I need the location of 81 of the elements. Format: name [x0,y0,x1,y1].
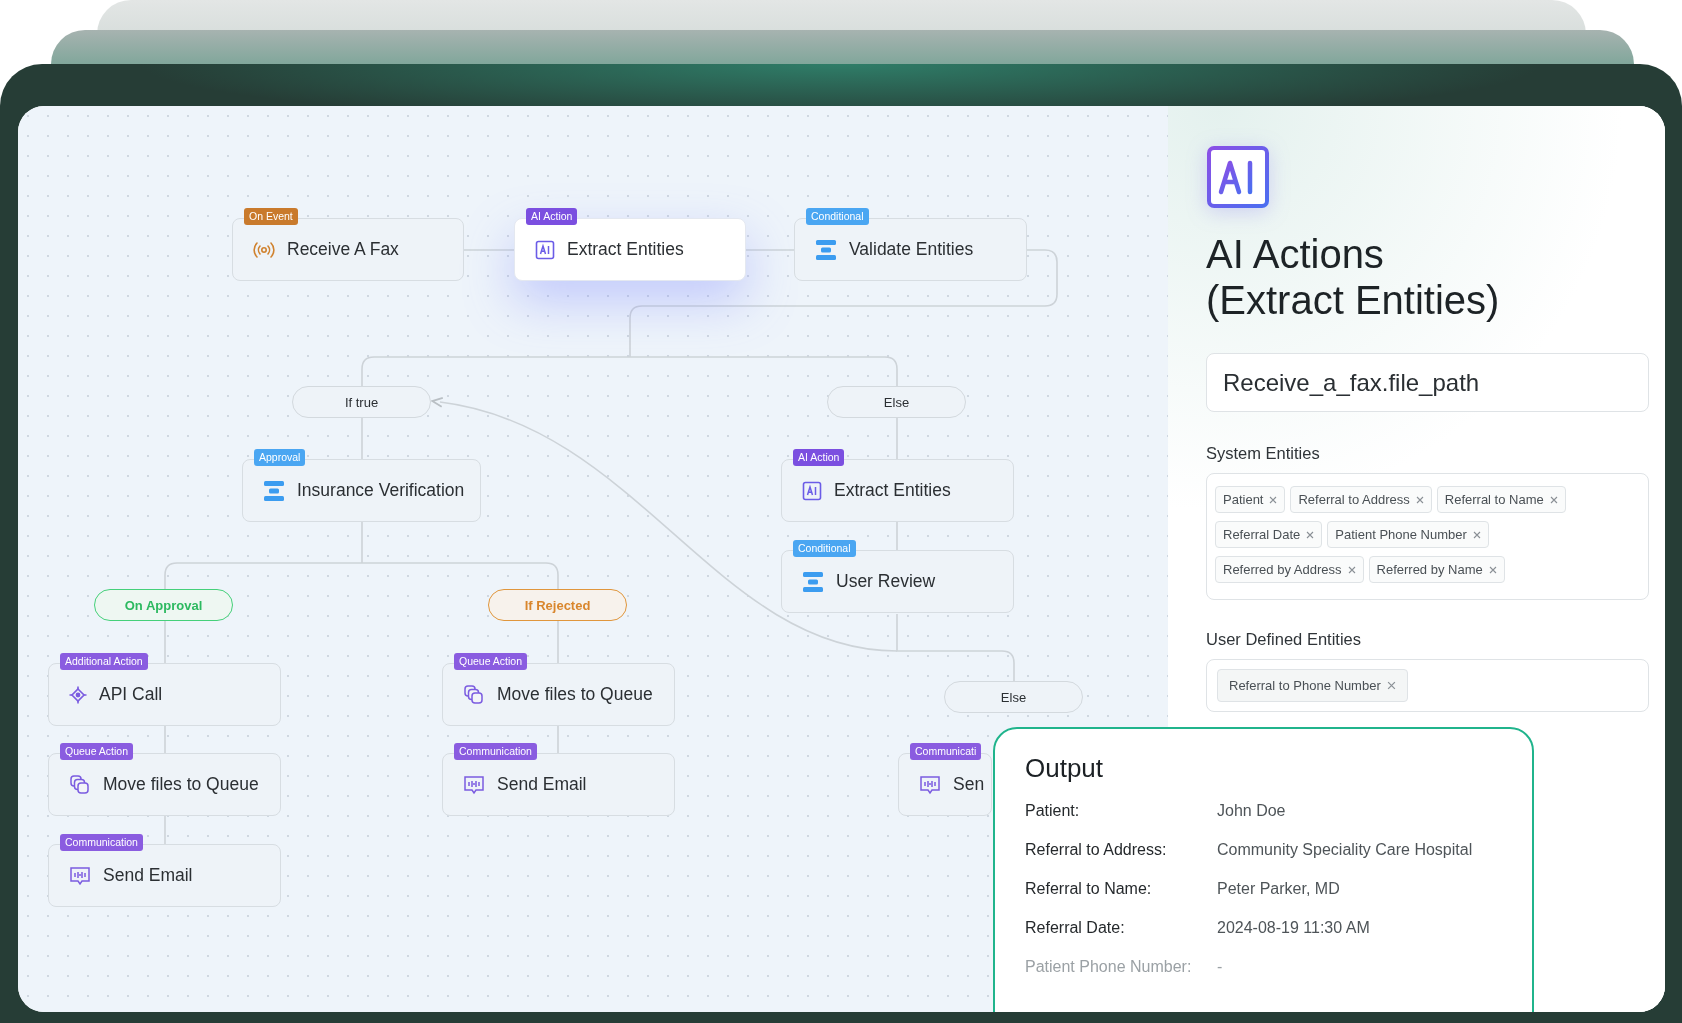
ai-icon [1206,145,1270,209]
chip-label: Referral to Phone Number [1229,678,1381,693]
close-icon[interactable] [1306,530,1315,539]
entity-chip[interactable]: Patient Phone Number [1327,521,1489,548]
close-icon[interactable] [1415,495,1424,504]
chip-label: Referred by Name [1376,562,1483,577]
node-tag: AI Action [793,449,845,466]
field-label: Patient: [1025,802,1081,820]
node-label: Insurance Verification [297,480,465,501]
files-icon [69,773,91,796]
field-value: Peter Parker, MD [1217,880,1341,898]
chip-label: Patient [1223,492,1264,507]
close-icon[interactable] [1269,495,1278,504]
field-value: 2024-08-19 11:30 AM [1217,919,1371,937]
message-icon [69,865,91,886]
message-icon [463,774,485,795]
entity-chip[interactable]: Referral to Address [1290,486,1432,513]
node-label: Send Email [103,865,193,886]
field-label: Referral to Address: [1025,841,1168,859]
section-label: User Defined Entities [1206,630,1361,649]
chip-label: Patient Phone Number [1335,527,1467,542]
chip-label: Referred by Address [1223,562,1342,577]
branch-label[interactable]: Else [944,681,1083,713]
entity-chip[interactable]: Patient [1215,486,1286,513]
field-value: - [1217,958,1224,976]
files-icon [463,683,485,706]
node-tag: Communication [60,834,143,851]
node-tag: Additional Action [60,653,148,670]
entity-chip[interactable]: Referral Date [1215,521,1323,548]
chip-label: Referral to Address [1298,492,1410,507]
field-label: Referral Date: [1025,919,1126,937]
entity-chip[interactable]: Referred by Name [1368,556,1505,583]
steps-icon [263,479,285,502]
entities-field[interactable]: Referral to Phone Number [1206,659,1649,712]
node-tag: Communication [454,743,537,760]
field-value: John Doe [1217,802,1287,820]
node-label: User Review [836,571,936,592]
chip-label: Referral to Name [1444,492,1544,507]
entity-chip[interactable]: Referral to Phone Number [1217,669,1408,702]
close-icon[interactable] [1472,530,1481,539]
entity-chip[interactable]: Referral to Name [1436,486,1566,513]
close-icon[interactable] [1549,495,1558,504]
ai-icon [535,239,555,260]
close-icon[interactable] [1347,565,1356,574]
node-label: Receive A Fax [287,239,399,260]
field-label: Patient Phone Number: [1025,958,1193,976]
output-title: Output [1025,753,1105,784]
ai-icon [802,480,822,501]
branch-label[interactable]: If true [292,386,431,418]
node-tag: AI Action [526,208,578,225]
close-icon[interactable] [1386,681,1396,690]
node-tag: On Event [244,208,298,225]
node-tag: Communicati [910,743,982,760]
node-label: Sen [953,774,985,795]
message-icon [919,774,941,795]
branch-label[interactable]: Else [827,386,966,418]
field-value: Community Speciality Care Hospital [1217,841,1474,859]
node-label: Validate Entities [849,239,974,260]
entity-chip[interactable]: Referred by Address [1215,556,1364,583]
node-label: API Call [99,684,163,705]
chip-label: Referral Date [1223,527,1301,542]
target-icon [69,685,87,704]
node-label: Move files to Queue [497,684,653,705]
close-icon[interactable] [1488,565,1497,574]
node-label: Extract Entities [834,480,951,501]
steps-icon [815,238,837,261]
signal-icon [253,240,275,259]
node-tag: Queue Action [60,743,134,760]
node-label: Send Email [497,774,587,795]
entities-field[interactable]: Patient Referral to Address Referral to Name Referral Date Patient Phone Number Referred by Address Referred by Name [1206,473,1649,600]
node-label: Move files to Queue [103,774,259,795]
node-tag: Queue Action [454,653,528,670]
field-label: Referral to Name: [1025,880,1153,898]
input-field[interactable]: Receive_a_fax.file_path [1206,353,1649,412]
node-tag: Conditional [793,540,856,557]
panel-title: AI Actions (Extract Entities) [1206,231,1500,323]
section-label: System Entities [1206,444,1320,463]
steps-icon [802,570,824,593]
node-label: Extract Entities [567,239,684,260]
node-tag: Approval [254,449,306,466]
node-tag: Conditional [806,208,869,225]
